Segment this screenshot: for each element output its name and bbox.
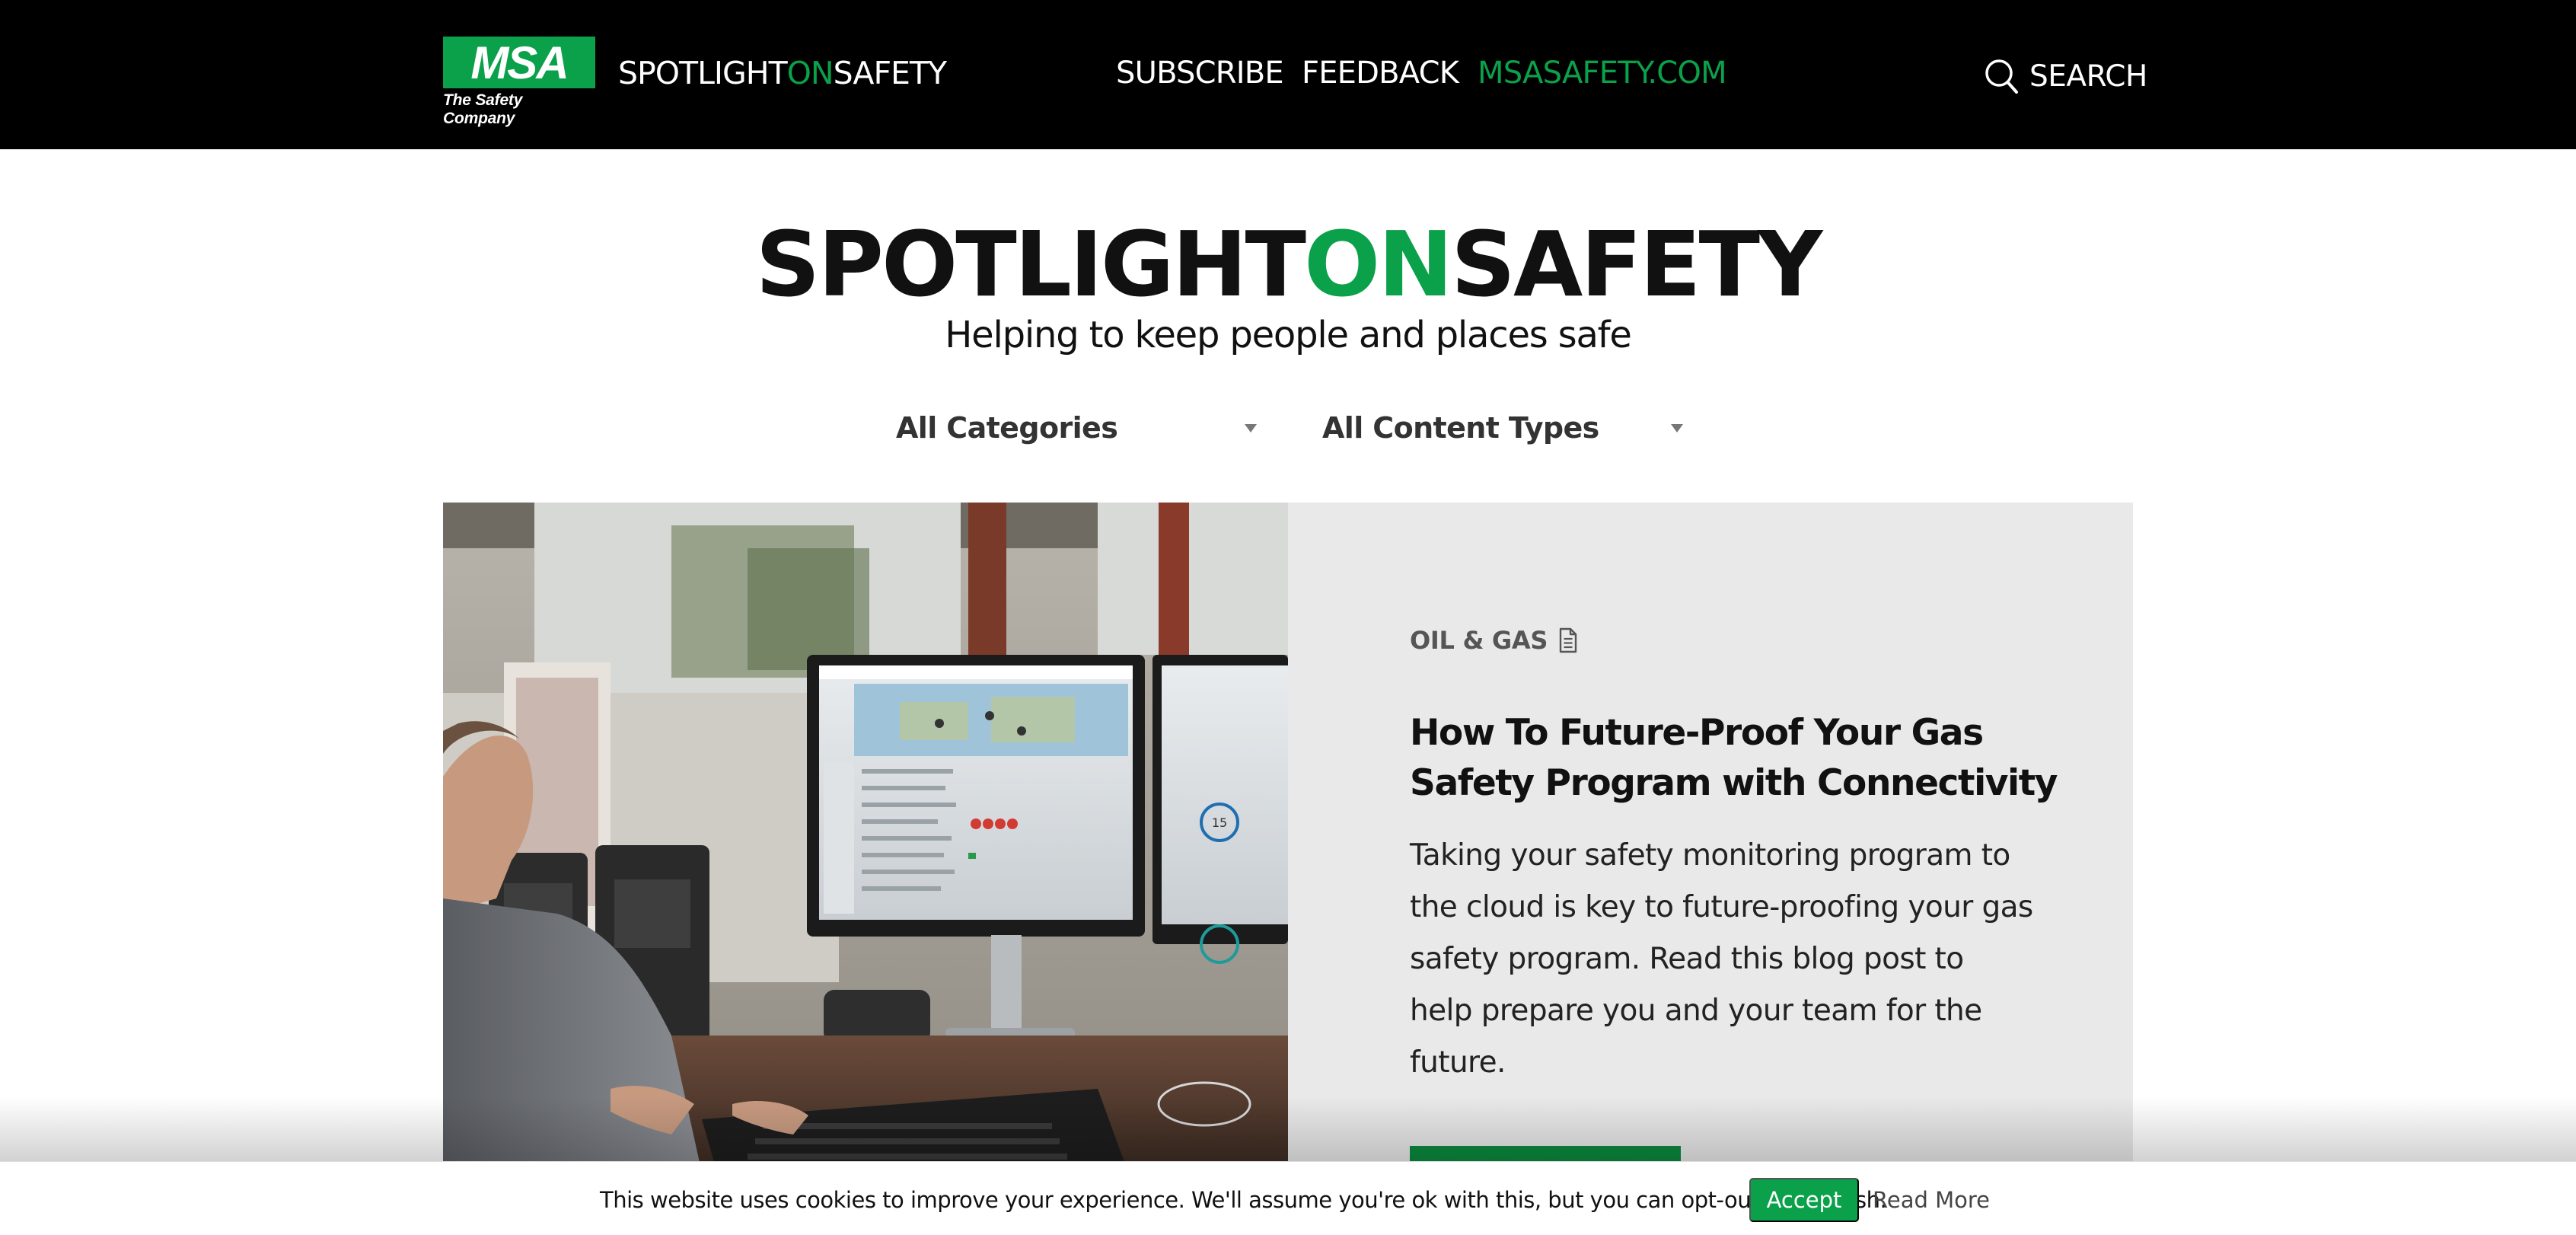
featured-article-panel: OIL & GAS How To Future-Proof Your Gas S… <box>1288 503 2133 1192</box>
photo-gauge-value-1: 15 <box>1212 815 1227 830</box>
search-label: SEARCH <box>2029 59 2147 94</box>
article-excerpt: Taking your safety monitoring program to… <box>1410 838 2033 1080</box>
cookie-consent-bar: This website uses cookies to improve you… <box>0 1161 2576 1235</box>
logo-mark: MSA <box>443 37 595 88</box>
page-title: SPOTLIGHTONSAFETY <box>0 215 2576 314</box>
cookie-message: This website uses cookies to improve you… <box>600 1187 1887 1213</box>
page-tagline: Helping to keep people and places safe <box>945 314 1632 356</box>
site-header: MSA The Safety Company SPOTLIGHTONSAFETY… <box>0 0 2576 149</box>
featured-article-image[interactable]: 15 <box>443 503 1288 1173</box>
categories-dropdown-value: All Categories <box>896 411 1118 445</box>
categories-dropdown[interactable]: All Categories <box>896 404 1261 452</box>
title-part-on: ON <box>1303 212 1453 317</box>
msa-logo[interactable]: MSA The Safety Company <box>443 37 595 127</box>
article-category-link[interactable]: OIL & GAS <box>1410 626 1548 655</box>
cookie-read-more-link[interactable]: Read More <box>1873 1185 1990 1215</box>
content-types-dropdown[interactable]: All Content Types <box>1322 404 1688 452</box>
logo-tagline: The Safety Company <box>443 91 523 127</box>
svg-text:MSA: MSA <box>470 42 567 83</box>
search-icon <box>1985 59 2018 94</box>
msa-wordmark: MSA <box>470 42 569 83</box>
title-part-safety: SAFETY <box>1451 212 1822 317</box>
chevron-down-icon <box>1245 423 1257 432</box>
cookie-bar-shadow <box>0 1096 2576 1162</box>
chevron-down-icon <box>1671 423 1683 432</box>
nav-feedback-link[interactable]: FEEDBACK <box>1302 53 1459 93</box>
brand-part-spotlight: SPOTLIGHT <box>618 55 788 91</box>
cookie-accept-button[interactable]: Accept <box>1749 1178 1859 1222</box>
nav-msasafety-link[interactable]: MSASAFETY.COM <box>1478 53 1727 93</box>
nav-subscribe-link[interactable]: SUBSCRIBE <box>1116 53 1284 93</box>
article-title-link[interactable]: How To Future-Proof Your Gas Safety Prog… <box>1410 708 2064 809</box>
brand-part-safety: SAFETY <box>833 55 947 91</box>
brand-wordmark[interactable]: SPOTLIGHTONSAFETY <box>618 53 947 93</box>
brand-part-on: ON <box>786 55 834 91</box>
article-category-row: OIL & GAS <box>1410 626 1578 655</box>
person-at-monitors-photo: 15 <box>443 503 1288 1173</box>
search-button[interactable]: SEARCH <box>1984 56 2147 96</box>
content-types-dropdown-value: All Content Types <box>1322 411 1599 445</box>
title-part-spotlight: SPOTLIGHT <box>755 212 1306 317</box>
document-icon <box>1559 627 1577 653</box>
